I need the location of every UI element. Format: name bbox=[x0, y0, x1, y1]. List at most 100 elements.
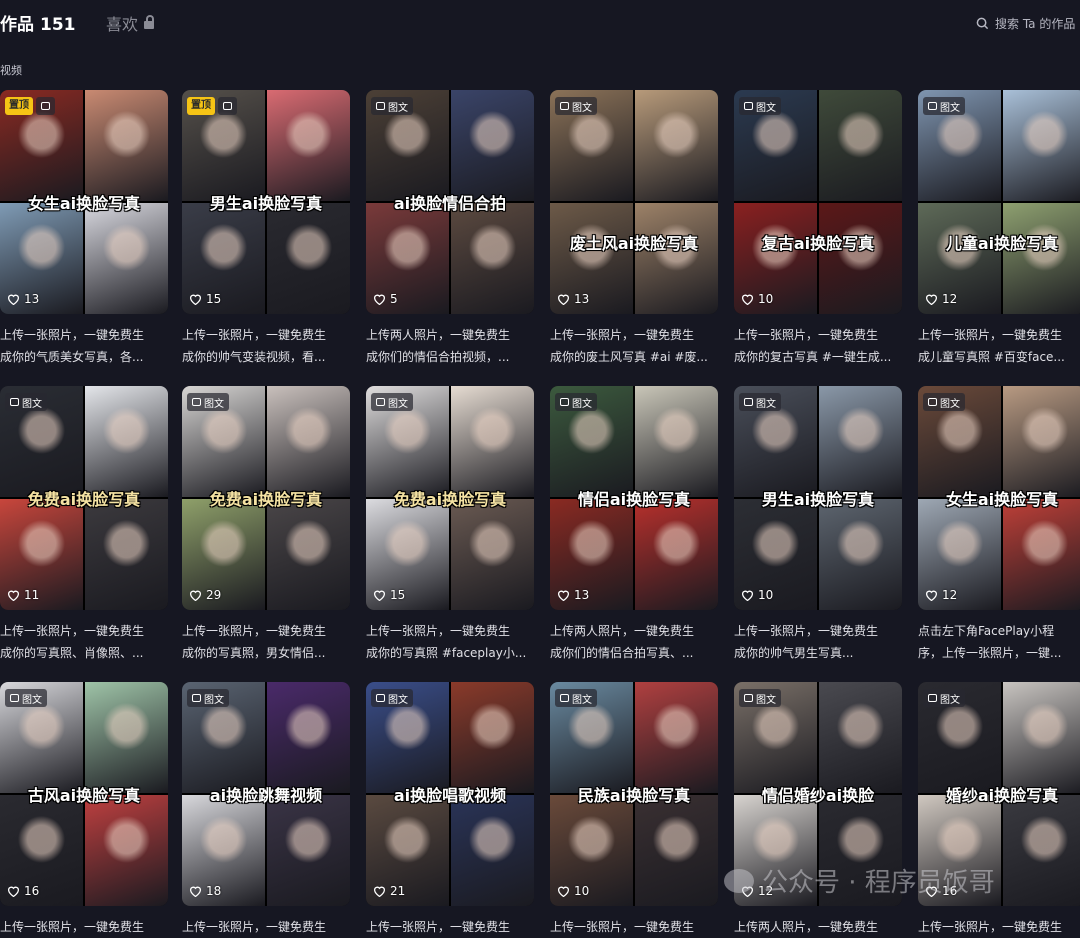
description-line: 序，上传一张照片，一键... bbox=[918, 646, 1062, 660]
like-count-value: 16 bbox=[24, 884, 40, 898]
collage-photo bbox=[635, 386, 718, 497]
image-post-label: 图文 bbox=[940, 694, 960, 706]
work-overlay-title: 情侣ai换脸写真 bbox=[577, 490, 691, 509]
collage-photo bbox=[267, 203, 350, 314]
image-post-label: 图文 bbox=[756, 398, 776, 410]
work-thumbnail bbox=[918, 90, 1080, 314]
collage-photo bbox=[819, 203, 902, 314]
description-line: 上传一张照片，一键免费生 bbox=[734, 624, 879, 638]
badges: 图文 bbox=[187, 393, 229, 411]
work-description[interactable]: 上传一张照片，一键免费生 成你的帅气变装视频，看... bbox=[182, 324, 350, 368]
description-line: 成你的写真照，男女情侣... bbox=[182, 646, 326, 660]
work-overlay-title: 免费ai换脸写真 bbox=[209, 490, 323, 509]
work-thumbnail bbox=[550, 90, 718, 314]
image-post-label: 图文 bbox=[572, 102, 592, 114]
like-count: 13 bbox=[7, 292, 39, 306]
gallery-icon bbox=[376, 398, 385, 406]
image-post-label: 图文 bbox=[22, 694, 42, 706]
like-count: 10 bbox=[741, 588, 773, 602]
like-count-value: 13 bbox=[574, 588, 590, 602]
work-overlay-title: ai换脸跳舞视频 bbox=[209, 786, 323, 805]
work-overlay-title: 复古ai换脸写真 bbox=[761, 234, 875, 253]
description-line: 上传两人照片，一键免费生 bbox=[734, 920, 879, 934]
work-description[interactable]: 上传一张照片，一键免费生 成儿童写真照 #百变face... bbox=[918, 324, 1080, 368]
description-line: 成你们的情侣合拍视频，... bbox=[366, 350, 510, 364]
heart-icon bbox=[741, 590, 754, 601]
description-line: 上传一张照片，一键免费生 bbox=[0, 920, 145, 934]
badges: 图文 bbox=[187, 689, 229, 707]
work-overlay-title: 免费ai换脸写真 bbox=[27, 490, 141, 509]
heart-icon bbox=[189, 886, 202, 897]
like-count: 10 bbox=[741, 292, 773, 306]
work-description[interactable]: 点击左下角FacePlay小程 序，上传一张照片，一键... bbox=[918, 620, 1080, 664]
gallery-icon bbox=[744, 102, 753, 110]
description-line: 上传一张照片，一键免费生 bbox=[918, 920, 1063, 934]
tab-likes[interactable]: 喜欢 bbox=[106, 11, 155, 35]
image-post-badge: 图文 bbox=[371, 97, 413, 115]
image-post-badge: 图文 bbox=[187, 689, 229, 707]
badges: 图文 bbox=[923, 689, 965, 707]
work-description[interactable]: 上传一张照片，一键免费生 成你的帅气男生写真... bbox=[734, 620, 902, 664]
collage-photo bbox=[451, 499, 534, 610]
like-count: 11 bbox=[7, 588, 39, 602]
badges: 图文 bbox=[739, 393, 781, 411]
collage-photo bbox=[635, 682, 718, 793]
image-post-badge: 图文 bbox=[555, 393, 597, 411]
heart-icon bbox=[741, 294, 754, 305]
like-count: 29 bbox=[189, 588, 221, 602]
work-description[interactable]: 上传一张照片，一键免费生 成你的写真照，男女情侣... bbox=[182, 620, 350, 664]
work-description[interactable]: 上传一张照片，一键免费生 成你的写真照、肖像照、... bbox=[0, 620, 168, 664]
heart-icon bbox=[557, 294, 570, 305]
profile-tabs: 作品 151 喜欢 搜索 Ta 的作品 bbox=[0, 0, 1080, 44]
gallery-icon bbox=[928, 694, 937, 702]
work-overlay-title: 女生ai换脸写真 bbox=[27, 194, 141, 213]
tab-works[interactable]: 作品 151 bbox=[0, 10, 76, 35]
work-overlay-title: 女生ai换脸写真 bbox=[945, 490, 1059, 509]
description-line: 上传一张照片，一键免费生 bbox=[734, 328, 879, 342]
work-description[interactable]: 上传两人照片，一键免费生 bbox=[734, 916, 902, 938]
work-description[interactable]: 上传一张照片，一键免费生 成你的写真照 #faceplay小... bbox=[366, 620, 534, 664]
collage-photo bbox=[819, 386, 902, 497]
work-description[interactable]: 上传一张照片，一键免费生 成你的废土风写真 #ai #废... bbox=[550, 324, 718, 368]
collage-photo bbox=[85, 682, 168, 793]
collage-photo bbox=[267, 795, 350, 906]
search-works[interactable]: 搜索 Ta 的作品 bbox=[976, 15, 1075, 32]
gallery-icon bbox=[560, 102, 569, 110]
description-line: 上传一张照片，一键免费生 bbox=[550, 920, 695, 934]
work-description[interactable]: 上传两人照片，一键免费生 成你们的情侣合拍写真、... bbox=[550, 620, 718, 664]
work-description[interactable]: 上传一张照片，一键免费生 bbox=[550, 916, 718, 938]
tab-likes-label: 喜欢 bbox=[106, 15, 139, 34]
description-line: 上传一张照片，一键免费生 bbox=[550, 328, 695, 342]
gallery-icon bbox=[560, 398, 569, 406]
work-description[interactable]: 上传一张照片，一键免费生 bbox=[366, 916, 534, 938]
pinned-badge: 置顶 bbox=[5, 97, 33, 115]
like-count-value: 18 bbox=[206, 884, 222, 898]
like-count-value: 10 bbox=[758, 292, 774, 306]
description-line: 上传一张照片，一键免费生 bbox=[366, 920, 511, 934]
work-description[interactable]: 上传一张照片，一键免费生 bbox=[182, 916, 350, 938]
description-line: 上传一张照片，一键免费生 bbox=[182, 328, 327, 342]
collage-photo bbox=[267, 682, 350, 793]
heart-icon bbox=[925, 294, 938, 305]
like-count: 16 bbox=[7, 884, 39, 898]
badges: 图文 bbox=[555, 393, 597, 411]
image-post-label: 图文 bbox=[204, 398, 224, 410]
work-description[interactable]: 上传一张照片，一键免费生 成你的复古写真 #一键生成... bbox=[734, 324, 902, 368]
work-description[interactable]: 上传一张照片，一键免费生 成你的气质美女写真，各... bbox=[0, 324, 168, 368]
image-post-badge: 图文 bbox=[923, 689, 965, 707]
work-description[interactable]: 上传两人照片，一键免费生 成你们的情侣合拍视频，... bbox=[366, 324, 534, 368]
like-count: 12 bbox=[925, 292, 957, 306]
description-line: 成你的废土风写真 #ai #废... bbox=[550, 350, 708, 364]
description-line: 成你的写真照 #faceplay小... bbox=[366, 646, 527, 660]
collage-photo bbox=[451, 386, 534, 497]
collage-photo bbox=[1003, 90, 1080, 201]
description-line: 成儿童写真照 #百变face... bbox=[918, 350, 1065, 364]
work-description[interactable]: 上传一张照片，一键免费生 bbox=[918, 916, 1080, 938]
collage-photo bbox=[85, 386, 168, 497]
gallery-icon bbox=[560, 694, 569, 702]
badges: 图文 bbox=[5, 393, 47, 411]
work-overlay-title: ai换脸唱歌视频 bbox=[393, 786, 507, 805]
like-count: 5 bbox=[373, 292, 398, 306]
work-description[interactable]: 上传一张照片，一键免费生 bbox=[0, 916, 168, 938]
heart-icon bbox=[7, 294, 20, 305]
